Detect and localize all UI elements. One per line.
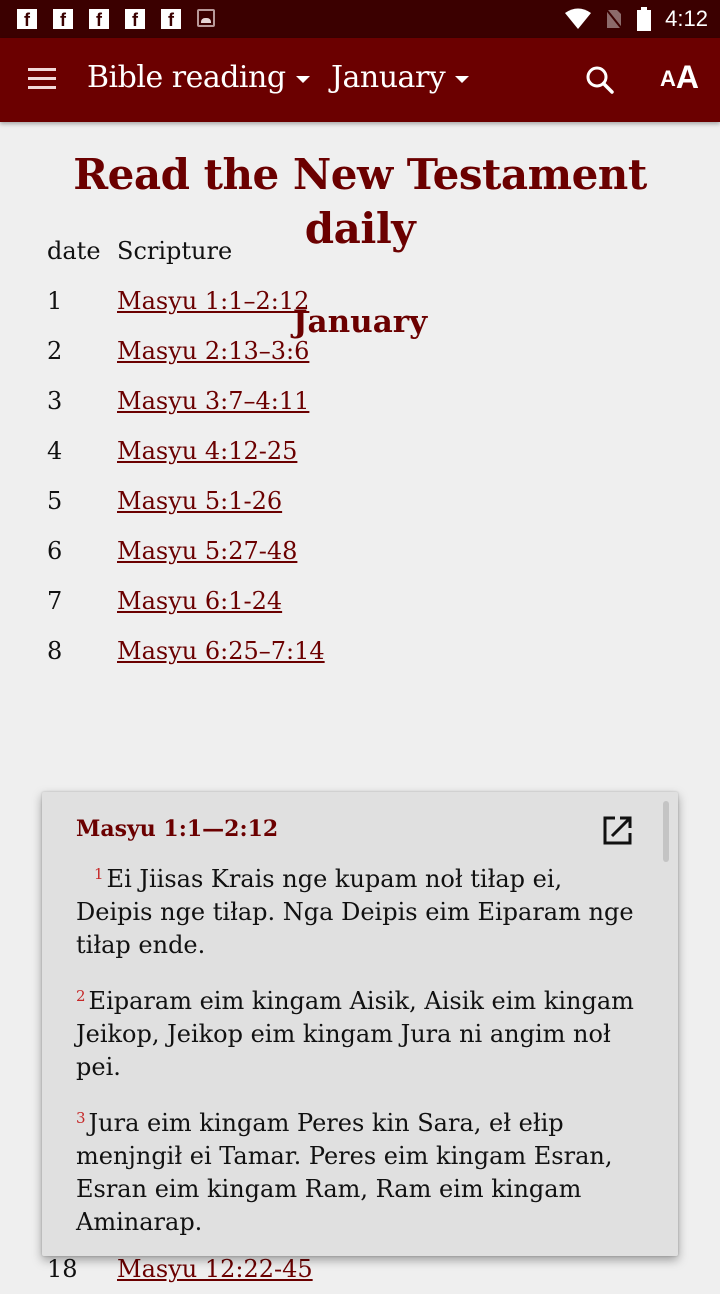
table-row: 5 Masyu 5:1-26: [47, 476, 325, 526]
facebook-icon: f: [17, 9, 37, 29]
verse: 3 Jura eim kingam Peres kin Sara, eł ełip…: [76, 1102, 646, 1239]
date-cell: 7: [47, 587, 63, 615]
battery-icon: [637, 7, 652, 31]
reading-table: date Scripture 1 Masyu 1:1–2:12 2 Masyu 2:…: [47, 226, 325, 676]
verse: 1 Ei Jiisas Krais nge kupam noł tiłap ei,…: [76, 858, 646, 962]
table-row: 7 Masyu 6:1-24: [47, 576, 325, 626]
facebook-icon: f: [161, 9, 181, 29]
table-row: 2 Masyu 2:13–3:6: [47, 326, 325, 376]
scripture-link[interactable]: Masyu 5:1-26: [117, 487, 282, 515]
facebook-icon: f: [125, 9, 145, 29]
table-header: date Scripture: [47, 226, 325, 276]
scripture-header: Scripture: [117, 237, 233, 265]
date-cell: 18: [47, 1255, 78, 1283]
date-cell: 3: [47, 387, 63, 415]
facebook-icon: f: [53, 9, 73, 29]
book-selector-label: Bible reading: [87, 60, 286, 95]
clock: 4:12: [665, 6, 708, 31]
scripture-link[interactable]: Masyu 6:1-24: [117, 587, 282, 615]
table-row: 4 Masyu 4:12-25: [47, 426, 325, 476]
table-row: 3 Masyu 3:7–4:11: [47, 376, 325, 426]
app-bar: Bible reading January AA: [0, 38, 720, 122]
text-size-icon[interactable]: AA: [660, 60, 699, 94]
popup-reference: Masyu 1:1—2:12: [76, 816, 279, 842]
popup-scrollbar[interactable]: [663, 801, 669, 862]
table-row: 1 Masyu 1:1–2:12: [47, 276, 325, 326]
verse-text: Ei Jiisas Krais nge kupam noł tiłap ei, …: [76, 865, 634, 959]
scripture-link[interactable]: Masyu 4:12-25: [117, 437, 297, 465]
image-icon: [197, 9, 215, 27]
month-selector-label: January: [331, 60, 446, 95]
status-bar: f f f f f 4:12: [0, 0, 720, 38]
verse-text: Eiparam eim kingam Aisik, Aisik eim king…: [76, 987, 634, 1081]
date-header: date: [47, 237, 101, 265]
no-sim-icon: [605, 8, 623, 30]
scripture-link[interactable]: Masyu 2:13–3:6: [117, 337, 309, 365]
date-cell: 2: [47, 337, 63, 365]
date-cell: 6: [47, 537, 63, 565]
date-cell: 5: [47, 487, 63, 515]
month-selector-dropdown[interactable]: January: [331, 60, 470, 95]
scripture-link[interactable]: Masyu 6:25–7:14: [117, 637, 325, 665]
scripture-link[interactable]: Masyu 5:27-48: [117, 537, 297, 565]
verse-list: 1 Ei Jiisas Krais nge kupam noł tiłap ei,…: [76, 858, 646, 1257]
verse-number: 3: [76, 1109, 86, 1127]
verse-text: Jura eim kingam Peres kin Sara, eł ełip …: [76, 1109, 613, 1236]
verse-number: 2: [76, 987, 86, 1005]
scripture-link[interactable]: Masyu 3:7–4:11: [117, 387, 309, 415]
facebook-icon: f: [89, 9, 109, 29]
date-cell: 4: [47, 437, 63, 465]
scripture-link[interactable]: Masyu 12:22-45: [117, 1255, 313, 1283]
chevron-down-icon: [295, 76, 310, 83]
wifi-icon: [565, 8, 592, 29]
verse-number: 1: [94, 865, 104, 883]
table-row: 6 Masyu 5:27-48: [47, 526, 325, 576]
hamburger-menu-icon[interactable]: [28, 68, 56, 92]
date-cell: 1: [47, 287, 63, 315]
date-cell: 8: [47, 637, 63, 665]
notification-icons: f f f f f: [17, 9, 215, 29]
chevron-down-icon: [455, 76, 470, 83]
verse: 2 Eiparam eim kingam Aisik, Aisik eim kin…: [76, 980, 646, 1084]
scripture-link[interactable]: Masyu 1:1–2:12: [117, 287, 309, 315]
table-row: 8 Masyu 6:25–7:14: [47, 626, 325, 676]
verse-preview-popup[interactable]: Masyu 1:1—2:12 1 Ei Jiisas Krais nge kupa…: [42, 792, 678, 1256]
open-external-icon[interactable]: [600, 814, 634, 848]
book-selector-dropdown[interactable]: Bible reading: [87, 60, 310, 95]
search-icon[interactable]: [584, 64, 616, 96]
